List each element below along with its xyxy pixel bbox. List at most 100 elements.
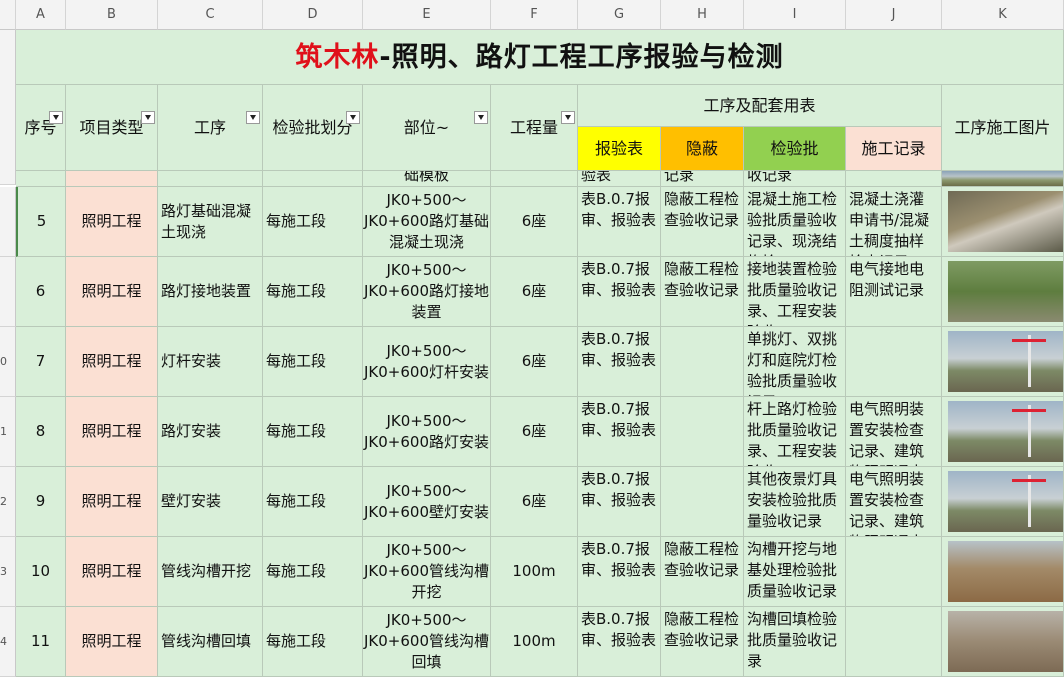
table-cell-ibatch[interactable]: 单挑灯、双挑灯和庭院灯检验批质量验收记录 xyxy=(744,327,846,397)
table-cell-batch[interactable]: 每施工段 xyxy=(263,467,363,537)
table-cell-type[interactable]: 照明工程 xyxy=(66,537,158,607)
table-cell-qty[interactable]: 100m xyxy=(491,537,578,607)
construction-photo[interactable] xyxy=(948,541,1063,602)
table-cell-concealed[interactable] xyxy=(661,327,744,397)
filter-dropdown-icon[interactable] xyxy=(346,111,360,124)
header-inspection-batch[interactable]: 检验批 xyxy=(744,127,846,171)
table-cell-ibatch[interactable]: 杆上路灯检验批质量验收记录、工程安装验收 xyxy=(744,397,846,467)
table-cell-type[interactable]: 照明工程 xyxy=(66,257,158,327)
column-header-H[interactable]: H xyxy=(661,0,744,30)
process-photo-cell[interactable] xyxy=(942,467,1064,537)
select-all-corner[interactable] xyxy=(0,0,16,30)
table-cell-report[interactable]: 表B.0.7报审、报验表 xyxy=(578,327,661,397)
table-cell-location[interactable]: JK0+500～JK0+600管线沟槽开挖 xyxy=(363,537,491,607)
table-cell-batch[interactable]: 每施工段 xyxy=(263,327,363,397)
table-cell-qty[interactable]: 6座 xyxy=(491,467,578,537)
column-header-B[interactable]: B xyxy=(66,0,158,30)
header-seq[interactable]: 序号 xyxy=(16,85,66,171)
table-cell-concealed[interactable] xyxy=(661,397,744,467)
construction-photo[interactable] xyxy=(948,611,1063,672)
row-header[interactable]: 3 xyxy=(0,537,16,607)
partial-row-cell[interactable]: 记录 xyxy=(661,171,744,187)
table-cell-batch[interactable]: 每施工段 xyxy=(263,187,363,257)
table-cell-type[interactable]: 照明工程 xyxy=(66,467,158,537)
table-cell-ibatch[interactable]: 沟槽开挖与地基处理检验批质量验收记录 xyxy=(744,537,846,607)
row-header[interactable] xyxy=(0,187,16,257)
table-cell-ibatch[interactable]: 接地装置检验批质量验收记录、工程安装验收 xyxy=(744,257,846,327)
filter-dropdown-icon[interactable] xyxy=(474,111,488,124)
table-cell-seq[interactable]: 6 xyxy=(16,257,66,327)
column-header-G[interactable]: G xyxy=(578,0,661,30)
table-cell-process[interactable]: 路灯安装 xyxy=(158,397,263,467)
table-cell-concealed[interactable]: 隐蔽工程检查验收记录 xyxy=(661,187,744,257)
partial-row-cell[interactable] xyxy=(158,171,263,187)
table-cell-concealed[interactable] xyxy=(661,467,744,537)
table-cell-record[interactable] xyxy=(846,327,942,397)
header-concealed[interactable]: 隐蔽 xyxy=(661,127,744,171)
partial-row-cell[interactable] xyxy=(942,171,1064,187)
table-cell-batch[interactable]: 每施工段 xyxy=(263,537,363,607)
table-cell-record[interactable]: 混凝土浇灌申请书/混凝土稠度抽样检查记录 xyxy=(846,187,942,257)
column-header-C[interactable]: C xyxy=(158,0,263,30)
table-cell-process[interactable]: 路灯基础混凝土现浇 xyxy=(158,187,263,257)
filter-dropdown-icon[interactable] xyxy=(561,111,575,124)
process-photo-cell[interactable] xyxy=(942,537,1064,607)
column-header-E[interactable]: E xyxy=(363,0,491,30)
row-header[interactable]: 2 xyxy=(0,467,16,537)
table-cell-seq[interactable]: 10 xyxy=(16,537,66,607)
filter-dropdown-icon[interactable] xyxy=(246,111,260,124)
table-cell-concealed[interactable]: 隐蔽工程检查验收记录 xyxy=(661,537,744,607)
table-cell-location[interactable]: JK0+500～JK0+600路灯安装 xyxy=(363,397,491,467)
row-header[interactable] xyxy=(0,257,16,327)
table-cell-batch[interactable]: 每施工段 xyxy=(263,397,363,467)
table-cell-process[interactable]: 路灯接地装置 xyxy=(158,257,263,327)
header-type[interactable]: 项目类型 xyxy=(66,85,158,171)
construction-photo[interactable] xyxy=(948,261,1063,322)
process-photo-cell[interactable] xyxy=(942,397,1064,467)
header-location[interactable]: 部位~ xyxy=(363,85,491,171)
header-photos[interactable]: 工序施工图片 xyxy=(942,85,1064,171)
partial-row-cell[interactable]: 验表 xyxy=(578,171,661,187)
table-cell-record[interactable]: 电气照明装置安装检查记录、建筑物照明通电 xyxy=(846,397,942,467)
table-cell-type[interactable]: 照明工程 xyxy=(66,397,158,467)
row-header-top[interactable] xyxy=(0,30,16,185)
table-cell-ibatch[interactable]: 其他夜景灯具安装检验批质量验收记录 xyxy=(744,467,846,537)
table-cell-process[interactable]: 灯杆安装 xyxy=(158,327,263,397)
partial-row-cell[interactable] xyxy=(491,171,578,187)
process-photo-cell[interactable] xyxy=(942,327,1064,397)
table-cell-seq[interactable]: 9 xyxy=(16,467,66,537)
column-header-K[interactable]: K xyxy=(942,0,1064,30)
header-process[interactable]: 工序 xyxy=(158,85,263,171)
partial-row-cell[interactable] xyxy=(263,171,363,187)
table-cell-report[interactable]: 表B.0.7报审、报验表 xyxy=(578,187,661,257)
sheet-title[interactable]: 筑木林 -照明、路灯工程工序报验与检测 xyxy=(16,30,1064,85)
table-cell-report[interactable]: 表B.0.7报审、报验表 xyxy=(578,397,661,467)
column-header-I[interactable]: I xyxy=(744,0,846,30)
table-cell-process[interactable]: 壁灯安装 xyxy=(158,467,263,537)
table-cell-location[interactable]: JK0+500～JK0+600灯杆安装 xyxy=(363,327,491,397)
table-cell-qty[interactable]: 6座 xyxy=(491,187,578,257)
table-cell-process[interactable]: 管线沟槽开挖 xyxy=(158,537,263,607)
partial-row-cell[interactable] xyxy=(66,171,158,187)
process-photo-cell[interactable] xyxy=(942,257,1064,327)
table-cell-seq[interactable]: 5 xyxy=(16,187,66,257)
table-cell-type[interactable]: 照明工程 xyxy=(66,327,158,397)
table-cell-concealed[interactable]: 隐蔽工程检查验收记录 xyxy=(661,257,744,327)
row-header[interactable]: 0 xyxy=(0,327,16,397)
table-cell-qty[interactable]: 6座 xyxy=(491,257,578,327)
header-report-form[interactable]: 报验表 xyxy=(578,127,661,171)
column-header-A[interactable]: A xyxy=(16,0,66,30)
column-header-F[interactable]: F xyxy=(491,0,578,30)
table-cell-location[interactable]: JK0+500～JK0+600路灯接地装置 xyxy=(363,257,491,327)
header-forms-group[interactable]: 工序及配套用表 xyxy=(578,85,942,127)
filter-dropdown-icon[interactable] xyxy=(49,111,63,124)
table-cell-qty[interactable]: 6座 xyxy=(491,327,578,397)
table-cell-report[interactable]: 表B.0.7报审、报验表 xyxy=(578,257,661,327)
table-cell-report[interactable]: 表B.0.7报审、报验表 xyxy=(578,467,661,537)
column-header-D[interactable]: D xyxy=(263,0,363,30)
table-cell-record[interactable]: 电气照明装置安装检查记录、建筑物照明通电 xyxy=(846,467,942,537)
table-cell-record[interactable] xyxy=(846,537,942,607)
partial-row-cell[interactable] xyxy=(846,171,942,187)
row-header[interactable]: 1 xyxy=(0,397,16,467)
partial-row-cell[interactable]: 础模板 xyxy=(363,171,491,187)
